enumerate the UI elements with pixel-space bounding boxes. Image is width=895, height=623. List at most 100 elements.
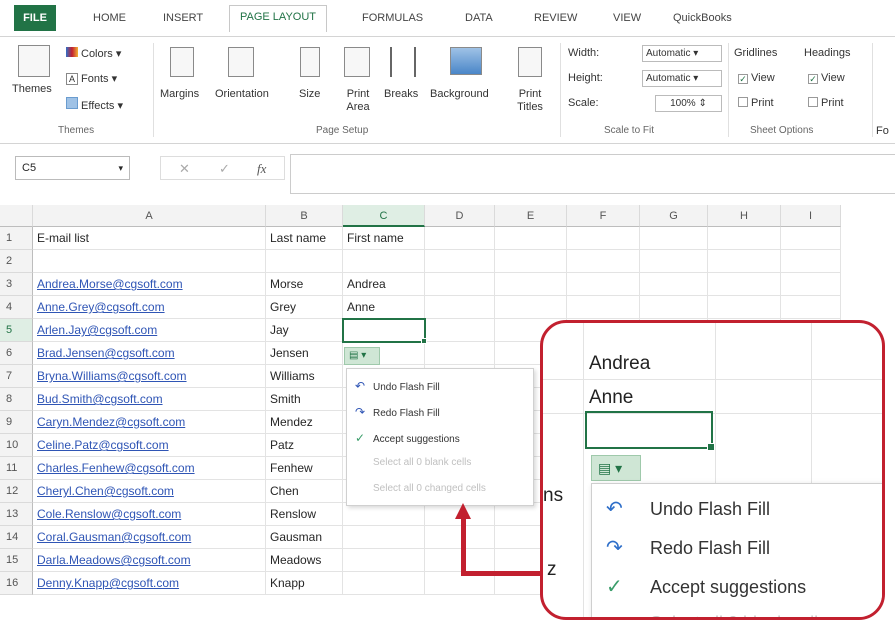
cell-a7[interactable]: Bryna.Williams@cgsoft.com bbox=[33, 365, 266, 388]
column-header-b[interactable]: B bbox=[266, 205, 343, 227]
callout-fill-handle[interactable] bbox=[707, 443, 715, 451]
name-box[interactable]: C5 ▾ bbox=[15, 156, 130, 180]
flash-fill-menu-item[interactable]: ✓ Accept suggestions bbox=[355, 431, 460, 445]
cell-a3[interactable]: Andrea.Morse@cgsoft.com bbox=[33, 273, 266, 296]
row-header[interactable]: 14 bbox=[0, 526, 33, 549]
width-dropdown[interactable]: Automatic ▾ bbox=[642, 45, 722, 62]
cell-a5[interactable]: Arlen.Jay@cgsoft.com bbox=[33, 319, 266, 342]
cell-e1[interactable] bbox=[495, 227, 567, 250]
cell-g4[interactable] bbox=[640, 296, 708, 319]
cell-a15[interactable]: Darla.Meadows@cgsoft.com bbox=[33, 549, 266, 572]
cell-b7[interactable]: Williams bbox=[266, 365, 343, 388]
formula-input[interactable] bbox=[290, 154, 895, 194]
cell-f1[interactable] bbox=[567, 227, 640, 250]
cell-b14[interactable]: Gausman bbox=[266, 526, 343, 549]
cell-b12[interactable]: Chen bbox=[266, 480, 343, 503]
cell-c15[interactable] bbox=[343, 549, 425, 572]
tab-view[interactable]: VIEW bbox=[613, 12, 641, 24]
tab-insert[interactable]: INSERT bbox=[163, 12, 203, 24]
cell-h3[interactable] bbox=[708, 273, 781, 296]
cell-b16[interactable]: Knapp bbox=[266, 572, 343, 595]
cell-g3[interactable] bbox=[640, 273, 708, 296]
cell-i3[interactable] bbox=[781, 273, 841, 296]
column-header-d[interactable]: D bbox=[425, 205, 495, 227]
cell-a6[interactable]: Brad.Jensen@cgsoft.com bbox=[33, 342, 266, 365]
row-header[interactable]: 10 bbox=[0, 434, 33, 457]
cell-d4[interactable] bbox=[425, 296, 495, 319]
row-header[interactable]: 2 bbox=[0, 250, 33, 273]
flash-fill-options-button[interactable]: ▤ ▾ bbox=[344, 347, 380, 365]
cell-a11[interactable]: Charles.Fenhew@cgsoft.com bbox=[33, 457, 266, 480]
column-header-c[interactable]: C bbox=[343, 205, 425, 227]
cell-d1[interactable] bbox=[425, 227, 495, 250]
tab-quickbooks[interactable]: QuickBooks bbox=[673, 12, 732, 24]
row-header[interactable]: 13 bbox=[0, 503, 33, 526]
effects-button[interactable]: Effects ▾ bbox=[66, 97, 123, 112]
row-header[interactable]: 7 bbox=[0, 365, 33, 388]
row-header[interactable]: 1 bbox=[0, 227, 33, 250]
cell-d15[interactable] bbox=[425, 549, 495, 572]
cell-h1[interactable] bbox=[708, 227, 781, 250]
enter-icon[interactable]: ✓ bbox=[219, 161, 230, 177]
callout-flash-fill-button[interactable]: ▤ ▾ bbox=[591, 455, 641, 481]
tab-data[interactable]: DATA bbox=[465, 12, 493, 24]
tab-home[interactable]: HOME bbox=[93, 12, 126, 24]
cell-d5[interactable] bbox=[425, 319, 495, 342]
row-header[interactable]: 3 bbox=[0, 273, 33, 296]
cell-d3[interactable] bbox=[425, 273, 495, 296]
cell-b8[interactable]: Smith bbox=[266, 388, 343, 411]
row-header[interactable]: 4 bbox=[0, 296, 33, 319]
cell-d6[interactable] bbox=[425, 342, 495, 365]
size-button[interactable]: Size bbox=[299, 88, 320, 100]
cell-b4[interactable]: Grey bbox=[266, 296, 343, 319]
cell-b11[interactable]: Fenhew bbox=[266, 457, 343, 480]
cell-b9[interactable]: Mendez bbox=[266, 411, 343, 434]
row-header[interactable]: 12 bbox=[0, 480, 33, 503]
cell-c13[interactable] bbox=[343, 503, 425, 526]
callout-menu-item[interactable]: ↶ Undo Flash Fill bbox=[606, 496, 770, 521]
tab-review[interactable]: REVIEW bbox=[534, 12, 577, 24]
cell-c14[interactable] bbox=[343, 526, 425, 549]
row-header[interactable]: 5 bbox=[0, 319, 33, 342]
column-header-i[interactable]: I bbox=[781, 205, 841, 227]
gridlines-print-checkbox[interactable]: Print bbox=[738, 97, 774, 109]
cell-b1[interactable]: Last name bbox=[266, 227, 343, 250]
row-header[interactable]: 9 bbox=[0, 411, 33, 434]
cell-a10[interactable]: Celine.Patz@cgsoft.com bbox=[33, 434, 266, 457]
column-header-g[interactable]: G bbox=[640, 205, 708, 227]
column-header-a[interactable]: A bbox=[33, 205, 266, 227]
cell-a4[interactable]: Anne.Grey@cgsoft.com bbox=[33, 296, 266, 319]
cell-a1[interactable]: E-mail list bbox=[33, 227, 266, 250]
cell-f3[interactable] bbox=[567, 273, 640, 296]
cell-a8[interactable]: Bud.Smith@cgsoft.com bbox=[33, 388, 266, 411]
scale-spinner[interactable]: 100% ⇕ bbox=[655, 95, 722, 112]
cell-a16[interactable]: Denny.Knapp@cgsoft.com bbox=[33, 572, 266, 595]
cell-b15[interactable]: Meadows bbox=[266, 549, 343, 572]
fonts-button[interactable]: A Fonts ▾ bbox=[66, 72, 117, 85]
cell-g2[interactable] bbox=[640, 250, 708, 273]
column-header-e[interactable]: E bbox=[495, 205, 567, 227]
height-dropdown[interactable]: Automatic ▾ bbox=[642, 70, 722, 87]
cell-a12[interactable]: Cheryl.Chen@cgsoft.com bbox=[33, 480, 266, 503]
cell-e2[interactable] bbox=[495, 250, 567, 273]
cell-e3[interactable] bbox=[495, 273, 567, 296]
cell-c3[interactable]: Andrea bbox=[343, 273, 425, 296]
active-cell-outline[interactable] bbox=[342, 318, 426, 343]
cell-f4[interactable] bbox=[567, 296, 640, 319]
row-header[interactable]: 16 bbox=[0, 572, 33, 595]
cell-d2[interactable] bbox=[425, 250, 495, 273]
tab-formulas[interactable]: FORMULAS bbox=[362, 12, 423, 24]
print-titles-button[interactable]: Print Titles bbox=[513, 88, 547, 114]
orientation-button[interactable]: Orientation bbox=[215, 88, 269, 100]
cell-i4[interactable] bbox=[781, 296, 841, 319]
cell-c16[interactable] bbox=[343, 572, 425, 595]
row-header[interactable]: 15 bbox=[0, 549, 33, 572]
column-header-f[interactable]: F bbox=[567, 205, 640, 227]
margins-button[interactable]: Margins bbox=[160, 88, 199, 100]
cell-b6[interactable]: Jensen bbox=[266, 342, 343, 365]
insert-function-icon[interactable]: fx bbox=[257, 161, 266, 177]
breaks-button[interactable]: Breaks bbox=[384, 88, 418, 100]
cell-f2[interactable] bbox=[567, 250, 640, 273]
cell-a13[interactable]: Cole.Renslow@cgsoft.com bbox=[33, 503, 266, 526]
cell-a2[interactable] bbox=[33, 250, 266, 273]
